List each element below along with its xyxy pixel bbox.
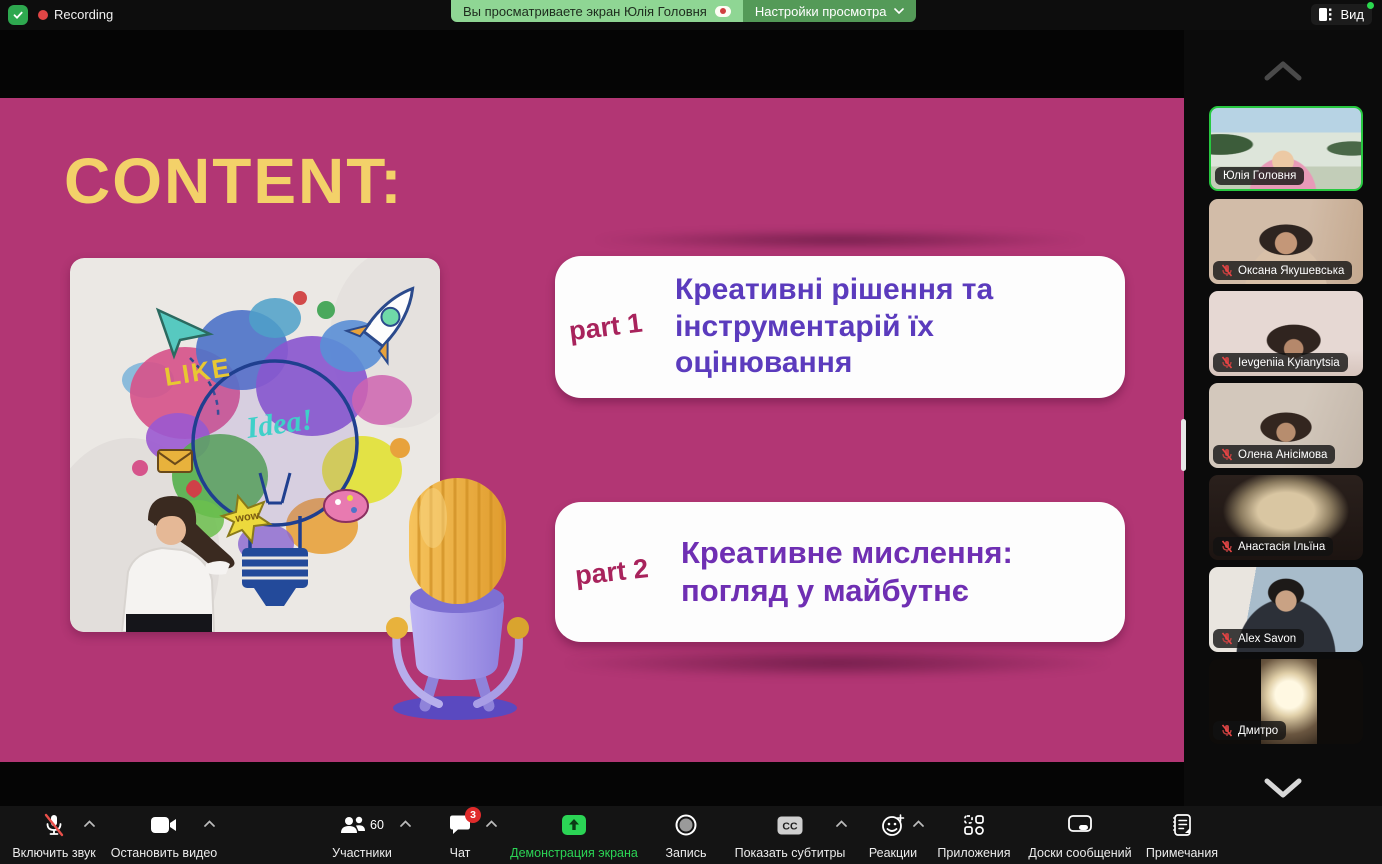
notes-label: Примечания	[1146, 846, 1218, 860]
whiteboard-icon	[1068, 815, 1092, 835]
participants-options-chevron-icon[interactable]	[400, 820, 411, 827]
participant-tile[interactable]: Дмитро	[1209, 659, 1363, 744]
camera-icon	[151, 816, 177, 834]
panel-resize-handle[interactable]	[1181, 419, 1186, 471]
muted-mic-icon	[1221, 540, 1233, 553]
viewing-screen-banner: Вы просматриваете экран Юлія Головня	[451, 0, 743, 22]
apps-button[interactable]: Приложения	[930, 812, 1018, 860]
envelope-doodle	[158, 450, 192, 472]
participants-panel: Юлія Головня Оксана Якушевська Ievgeniia…	[1184, 30, 1382, 806]
chat-options-chevron-icon[interactable]	[486, 820, 497, 827]
whiteboards-label: Доски сообщений	[1028, 846, 1131, 860]
participants-label: Участники	[332, 846, 392, 860]
participant-name: Дмитро	[1238, 725, 1278, 737]
record-button[interactable]: Запись	[652, 812, 720, 860]
reactions-label: Реакции	[869, 846, 917, 860]
participant-name: Юлія Головня	[1223, 170, 1296, 182]
share-screen-label: Демонстрация экрана	[510, 846, 638, 860]
apps-label: Приложения	[937, 846, 1010, 860]
record-icon	[675, 814, 697, 836]
recording-dot-icon	[38, 10, 48, 20]
chat-button[interactable]: 3 Чат	[432, 812, 488, 860]
muted-mic-icon	[1221, 356, 1233, 369]
slide-title: CONTENT:	[64, 144, 404, 218]
participant-name: Ievgeniia Kyianytsia	[1238, 357, 1340, 369]
captions-label: Показать субтитры	[735, 846, 846, 860]
view-label: Вид	[1340, 7, 1364, 22]
view-grid-icon	[1319, 8, 1334, 21]
muted-mic-icon	[1221, 632, 1233, 645]
reactions-smiley-icon	[881, 813, 905, 837]
notes-button[interactable]: Примечания	[1140, 812, 1224, 860]
participant-tile[interactable]: Анастасія Ільїна	[1209, 475, 1363, 560]
mic-options-chevron-icon[interactable]	[84, 820, 95, 827]
part2-label: part 2	[574, 553, 650, 592]
shadow-band	[595, 230, 1085, 250]
captions-options-chevron-icon[interactable]	[836, 820, 847, 827]
participant-tile[interactable]: Оксана Якушевська	[1209, 199, 1363, 284]
share-screen-icon	[561, 814, 587, 836]
notes-icon	[1172, 814, 1192, 836]
captions-icon-text: CC	[782, 820, 798, 832]
participants-count: 60	[370, 818, 384, 832]
meeting-toolbar: Включить звук Остановить видео 60 Участн	[0, 806, 1382, 864]
captions-icon: CC	[777, 816, 803, 835]
shared-screen-slide: CONTENT:	[0, 98, 1184, 762]
notification-dot	[1367, 2, 1374, 9]
screen-share-banner: Вы просматриваете экран Юлія Головня Нас…	[451, 0, 916, 22]
microphone-3d-illustration	[385, 478, 530, 723]
captions-button[interactable]: CC Показать субтитры	[728, 812, 852, 860]
participant-name: Оксана Якушевська	[1238, 265, 1344, 277]
record-label: Запись	[665, 846, 706, 860]
chat-unread-badge: 3	[465, 807, 481, 823]
participants-button[interactable]: 60 Участники	[318, 812, 406, 860]
banner-text: Вы просматриваете экран Юлія Головня	[463, 4, 707, 19]
recording-label: Recording	[54, 7, 113, 22]
slide-part2-card: part 2 Креативне мислення: погляд у майб…	[555, 502, 1125, 642]
participant-name: Alex Savon	[1238, 633, 1296, 645]
whiteboards-button[interactable]: Доски сообщений	[1022, 812, 1138, 860]
mic-muted-icon	[42, 813, 66, 837]
reactions-options-chevron-icon[interactable]	[913, 820, 924, 827]
slide-part1-card: part 1 Креативні рішення та інструментар…	[555, 256, 1125, 398]
participants-icon	[340, 815, 366, 835]
scroll-up-chevron-icon[interactable]	[1261, 58, 1305, 84]
scroll-down-chevron-icon[interactable]	[1261, 775, 1305, 801]
security-shield-icon[interactable]	[8, 5, 28, 25]
participant-tile[interactable]: Ievgeniia Kyianytsia	[1209, 291, 1363, 376]
unmute-label: Включить звук	[12, 846, 95, 860]
participant-tile[interactable]: Alex Savon	[1209, 567, 1363, 652]
part2-text: Креативне мислення: погляд у майбутнє	[681, 534, 1076, 610]
view-options-button[interactable]: Настройки просмотра	[743, 0, 916, 22]
muted-mic-icon	[1221, 724, 1233, 737]
view-button[interactable]: Вид	[1311, 4, 1372, 25]
video-options-chevron-icon[interactable]	[204, 820, 215, 827]
palette-doodle	[324, 490, 368, 522]
shadow-band	[565, 648, 1110, 678]
part1-text: Креативні рішення та інструментарій їх о…	[675, 272, 1010, 382]
view-options-label: Настройки просмотра	[755, 4, 887, 19]
part1-label: part 1	[567, 307, 644, 347]
zoom-meeting-window: Recording Вы просматриваете экран Юлія Г…	[0, 0, 1382, 864]
share-screen-button[interactable]: Демонстрация экрана	[508, 812, 640, 860]
apps-icon	[963, 814, 985, 836]
top-bar: Recording Вы просматриваете экран Юлія Г…	[0, 0, 1382, 30]
participant-name: Олена Анісімова	[1238, 449, 1327, 461]
muted-mic-icon	[1221, 264, 1233, 277]
cloud-recording-icon	[715, 6, 731, 17]
chat-label: Чат	[450, 846, 471, 860]
chevron-down-icon	[894, 8, 904, 14]
participant-tile[interactable]: Олена Анісімова	[1209, 383, 1363, 468]
stop-video-label: Остановить видео	[111, 846, 218, 860]
muted-mic-icon	[1221, 448, 1233, 461]
participant-name: Анастасія Ільїна	[1238, 541, 1325, 553]
participant-tile[interactable]: Юлія Головня	[1209, 106, 1363, 191]
